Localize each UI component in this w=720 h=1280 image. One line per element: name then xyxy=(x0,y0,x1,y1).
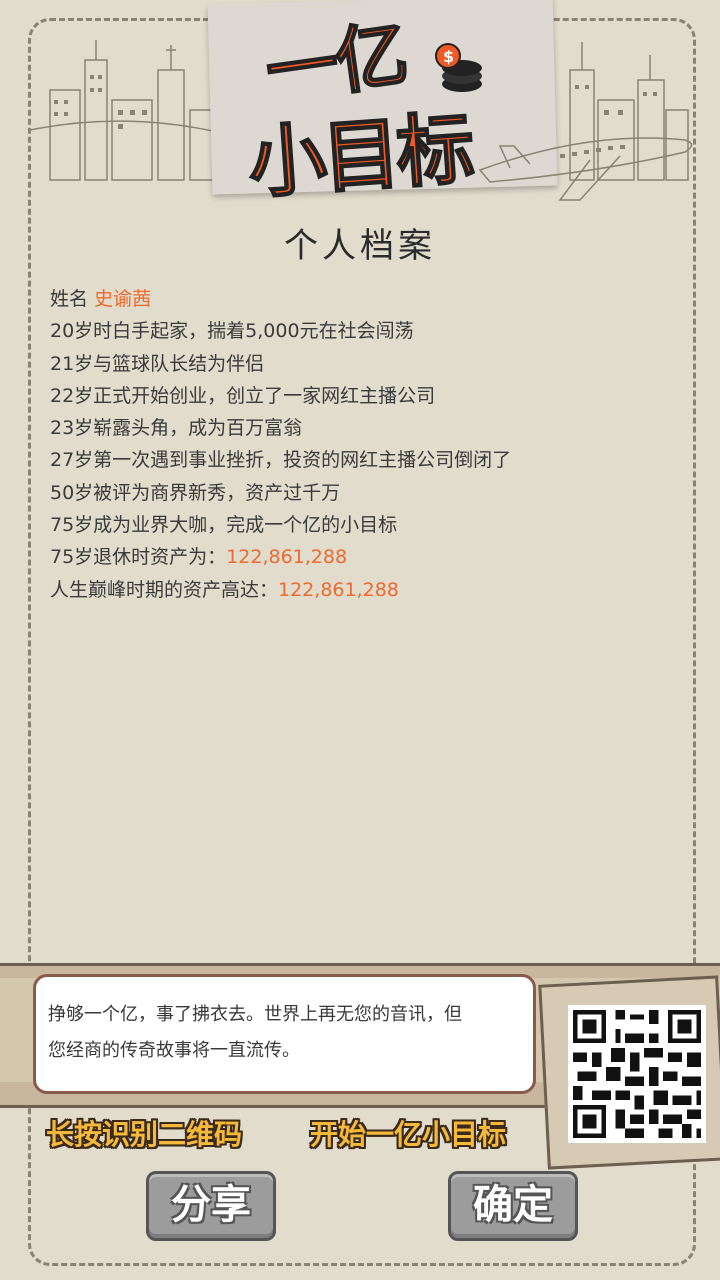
coin-stack-icon: $ xyxy=(435,43,482,92)
retire-assets-row: 75岁退休时资产为：122,861,288 xyxy=(50,541,690,573)
message-line-2: 您经商的传奇故事将一直流传。 xyxy=(48,1040,300,1061)
name-row: 姓名 史谕茜 xyxy=(50,283,690,315)
list-item: 20岁时白手起家，揣着5,000元在社会闯荡 xyxy=(50,320,414,343)
list-item: 27岁第一次遇到事业挫折，投资的网红主播公司倒闭了 xyxy=(50,449,512,472)
confirm-button[interactable]: 确定 xyxy=(448,1171,578,1241)
name-label: 姓名 xyxy=(50,288,89,310)
list-item: 23岁崭露头角，成为百万富翁 xyxy=(50,417,303,440)
result-page: 一亿 小目标 $ 个人档案 姓名 史谕茜 20岁时白手起家，揣着5,000元在社… xyxy=(0,0,720,1280)
list-item: 75岁成为业界大咖，完成一个亿的小目标 xyxy=(50,514,398,537)
list-item: 50岁被评为商界新秀，资产过千万 xyxy=(50,481,341,504)
qr-code[interactable] xyxy=(568,1005,706,1143)
peak-assets-row: 人生巅峰时期的资产高达：122,861,288 xyxy=(50,574,690,606)
peak-assets-value: 122,861,288 xyxy=(278,578,399,601)
peak-assets-label: 人生巅峰时期的资产高达： xyxy=(50,578,279,601)
list-item: 21岁与篮球队长结为伴侣 xyxy=(50,352,265,375)
airplane-illustration xyxy=(478,137,693,201)
qr-hint-label: 长按识别二维码 xyxy=(46,1118,243,1151)
list-item: 22岁正式开始创业，创立了一家网红主播公司 xyxy=(50,384,436,407)
name-value: 史谕茜 xyxy=(94,288,152,310)
retire-assets-label: 75岁退休时资产为： xyxy=(50,546,227,569)
svg-text:$: $ xyxy=(443,47,454,66)
start-goal-label[interactable]: 开始一亿小目标 xyxy=(310,1113,506,1153)
message-line-1: 挣够一个亿，事了拂衣去。世界上再无您的音讯，但 xyxy=(48,1004,462,1025)
ending-message-box: 挣够一个亿，事了拂衣去。世界上再无您的音讯，但 您经商的传奇故事将一直流传。 xyxy=(33,974,536,1094)
section-title: 个人档案 xyxy=(284,226,436,266)
retire-assets-value: 122,861,288 xyxy=(226,546,348,569)
title-line2: 小目标 xyxy=(245,103,475,210)
profile-list: 姓名 史谕茜 20岁时白手起家，揣着5,000元在社会闯荡 21岁与篮球队长结为… xyxy=(50,283,690,606)
share-button[interactable]: 分享 xyxy=(146,1171,276,1241)
